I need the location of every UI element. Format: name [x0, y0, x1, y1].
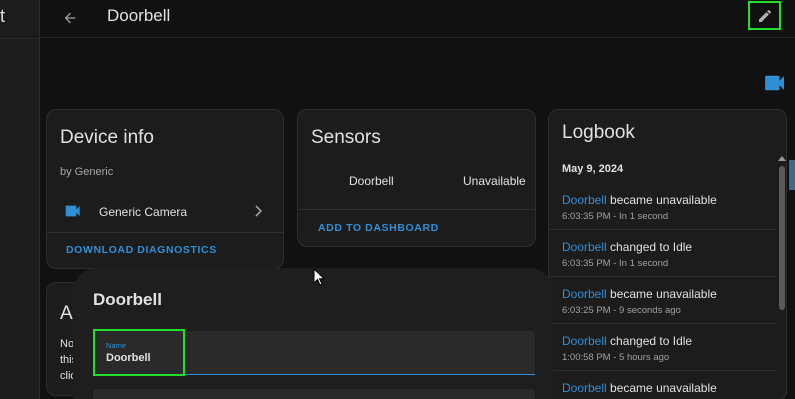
logbook-entity-link[interactable]: Doorbell — [562, 287, 607, 301]
device-info-card: Device info by Generic Generic Camera DO… — [46, 109, 284, 269]
sensors-title: Sensors — [311, 127, 381, 148]
sidebar-clipped-text: t — [0, 6, 6, 26]
download-diagnostics-button[interactable]: DOWNLOAD DIAGNOSTICS — [66, 244, 217, 256]
name-field[interactable]: Name Doorbell — [93, 331, 535, 375]
logbook-entry: Doorbell became unavailable 6:03:35 PM -… — [549, 183, 777, 230]
logbook-entity-link[interactable]: Doorbell — [562, 381, 607, 395]
logbook-action: changed to Idle — [606, 240, 693, 254]
sidebar-divider — [0, 38, 40, 39]
sidebar: t — [0, 0, 40, 399]
logbook-scrollbar[interactable] — [779, 166, 785, 310]
logbook-action: changed to Idle — [606, 334, 693, 348]
logbook-time: 6:03:35 PM - In 1 second — [562, 211, 669, 222]
sensors-card: Sensors Doorbell Unavailable ADD TO DASH… — [297, 109, 536, 247]
logbook-entry: Doorbell changed to Idle 6:03:35 PM - In… — [549, 230, 777, 277]
logbook-time: 1:00:58 PM - 5 hours ago — [562, 352, 670, 363]
divider — [47, 232, 283, 233]
logbook-entity-link[interactable]: Doorbell — [562, 334, 607, 348]
top-app-bar: Doorbell — [40, 0, 795, 38]
logbook-entity-link[interactable]: Doorbell — [562, 240, 607, 254]
rename-dialog: Doorbell Name Doorbell — [73, 268, 553, 399]
generic-camera-label: Generic Camera — [99, 205, 188, 219]
logbook-action: became unavailable — [606, 381, 717, 395]
logbook-entity-link[interactable]: Doorbell — [562, 193, 607, 207]
scroll-up-arrow-icon[interactable] — [778, 156, 786, 161]
logbook-time: 6:03:25 PM - 9 seconds ago — [562, 305, 681, 316]
edge-scrollbar[interactable] — [789, 160, 795, 190]
logbook-action: became unavailable — [606, 193, 717, 207]
page-title: Doorbell — [107, 6, 171, 25]
logbook-entry: Doorbell became unavailable 6:03:25 PM -… — [549, 277, 777, 324]
name-field-label: Name — [106, 341, 127, 350]
sensor-entity-name[interactable]: Doorbell — [349, 174, 394, 188]
logbook-entry: Doorbell became unavailable — [549, 371, 777, 399]
arrow-left-icon — [64, 12, 76, 24]
logbook-title: Logbook — [562, 122, 635, 143]
name-field-value[interactable]: Doorbell — [106, 352, 151, 364]
logbook-card: Logbook May 9, 2024 Doorbell became unav… — [548, 109, 787, 399]
logbook-time: 6:03:35 PM - In 1 second — [562, 258, 669, 269]
pencil-icon — [758, 9, 771, 22]
video-camera-icon — [65, 205, 80, 217]
logbook-entry: Doorbell changed to Idle 1:00:58 PM - 5 … — [549, 324, 777, 371]
chevron-right-icon — [255, 205, 263, 217]
manufacturer-label: by Generic — [60, 166, 114, 178]
generic-camera-row[interactable]: Generic Camera — [47, 198, 283, 226]
add-to-dashboard-button[interactable]: ADD TO DASHBOARD — [318, 222, 439, 234]
second-field[interactable] — [93, 389, 535, 399]
logbook-entries: Doorbell became unavailable 6:03:35 PM -… — [549, 183, 777, 399]
edit-button[interactable] — [748, 1, 781, 30]
mouse-cursor-icon — [313, 268, 325, 286]
divider — [298, 209, 535, 210]
logbook-action: became unavailable — [606, 287, 717, 301]
logbook-date: May 9, 2024 — [562, 163, 624, 175]
back-button[interactable] — [58, 6, 82, 30]
device-info-title: Device info — [60, 127, 154, 148]
sensor-entity-state: Unavailable — [463, 174, 526, 188]
dialog-title: Doorbell — [93, 290, 162, 309]
camera-icon[interactable] — [764, 74, 786, 92]
